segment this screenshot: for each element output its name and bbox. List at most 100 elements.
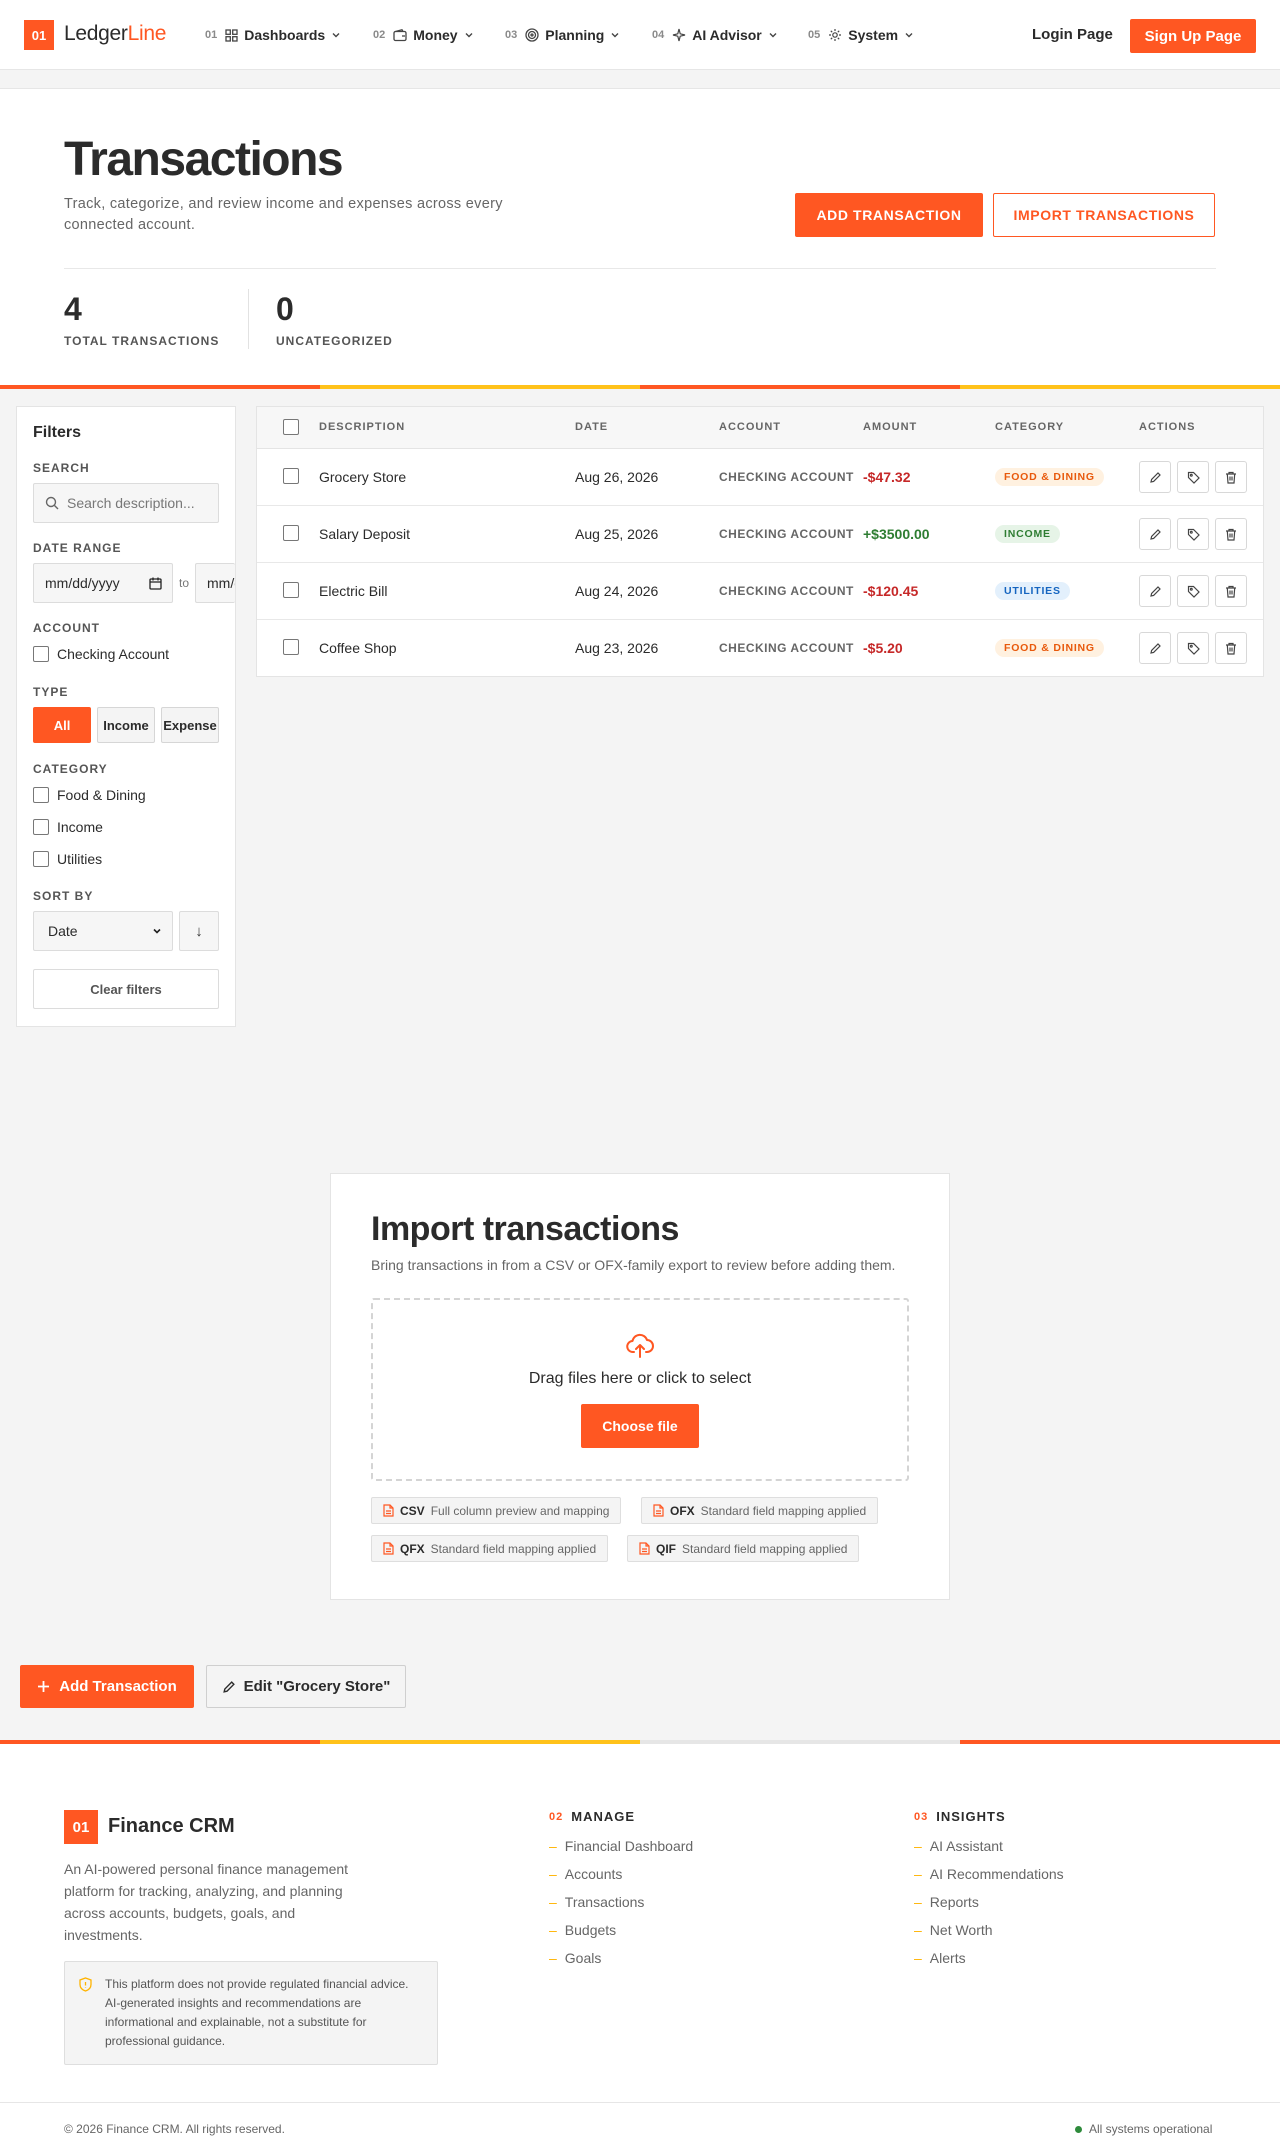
date-to-value: mm/dd/yyyy	[207, 575, 235, 591]
clear-filters-button[interactable]: Clear filters	[33, 969, 219, 1009]
nav-item-planning[interactable]: 03 Planning	[505, 24, 620, 46]
logo-part-1: Ledger	[64, 22, 128, 45]
nav-label: Money	[413, 27, 458, 43]
footer-link-reports[interactable]: – Reports	[914, 1894, 979, 1910]
date-to-input[interactable]: mm/dd/yyyy	[195, 563, 235, 603]
column-header-amount[interactable]: AMOUNT	[863, 421, 917, 433]
categorize-button[interactable]	[1177, 575, 1209, 607]
row-checkbox[interactable]	[283, 525, 299, 541]
delete-button[interactable]	[1215, 632, 1247, 664]
footer-link-ai-recommendations[interactable]: – AI Recommendations	[914, 1866, 1064, 1882]
delete-button[interactable]	[1215, 575, 1247, 607]
signup-button[interactable]: Sign Up Page	[1130, 19, 1256, 53]
file-icon	[639, 1542, 650, 1555]
link-label: Transactions	[564, 1894, 645, 1910]
login-link[interactable]: Login Page	[1032, 26, 1113, 43]
footer	[0, 1742, 1280, 2155]
date-from-input[interactable]: mm/dd/yyyy	[33, 563, 173, 603]
stat-uncategorized-label: UNCATEGORIZED	[276, 334, 393, 348]
import-subtitle: Bring transactions in from a CSV or OFX-…	[371, 1257, 896, 1273]
checkbox[interactable]	[33, 851, 49, 867]
delete-button[interactable]	[1215, 518, 1247, 550]
row-divider	[257, 505, 1263, 506]
row-checkbox[interactable]	[283, 468, 299, 484]
footer-link-ai-assistant[interactable]: – AI Assistant	[914, 1838, 1003, 1854]
disclaimer-text: This platform does not provide regulated…	[105, 1977, 409, 2048]
nav-item-ai-advisor[interactable]: 04 AI Advisor	[652, 24, 778, 46]
search-icon	[45, 496, 59, 510]
format-desc: Full column preview and mapping	[430, 1503, 610, 1518]
categorize-button[interactable]	[1177, 518, 1209, 550]
delete-button[interactable]	[1215, 461, 1247, 493]
edit-button[interactable]	[1139, 518, 1171, 550]
footer-link-alerts[interactable]: – Alerts	[914, 1950, 966, 1966]
add-transaction-button[interactable]: ADD TRANSACTION	[795, 193, 983, 237]
footer-link-financial-dashboard[interactable]: – Financial Dashboard	[549, 1838, 693, 1854]
chevron-down-icon	[152, 926, 162, 936]
pencil-icon	[1149, 528, 1162, 541]
section-title: MANAGE	[571, 1809, 636, 1824]
nav-item-money[interactable]: 02 Money	[373, 24, 474, 46]
edit-button[interactable]	[1139, 632, 1171, 664]
category-checkbox-income[interactable]: Income	[33, 819, 103, 835]
choose-file-button[interactable]: Choose file	[581, 1404, 699, 1448]
sparkle-icon	[672, 28, 686, 42]
nav-num: 02	[373, 29, 386, 41]
row-account: CHECKING ACCOUNT	[719, 527, 854, 541]
date-from-value: mm/dd/yyyy	[45, 575, 120, 591]
checkbox[interactable]	[33, 787, 49, 803]
column-header-date[interactable]: DATE	[575, 421, 608, 433]
type-label: TYPE	[33, 685, 69, 699]
footer-link-goals[interactable]: – Goals	[549, 1950, 601, 1966]
shield-icon	[79, 1977, 92, 1992]
categorize-button[interactable]	[1177, 461, 1209, 493]
column-header-category[interactable]: CATEGORY	[995, 421, 1064, 433]
trash-icon	[1225, 528, 1237, 541]
logo-badge[interactable]: 01	[24, 20, 54, 50]
categorize-button[interactable]	[1177, 632, 1209, 664]
checkbox[interactable]	[33, 819, 49, 835]
logo-wordmark[interactable]: LedgerLine	[64, 22, 166, 46]
row-date: Aug 23, 2026	[575, 640, 659, 656]
checkbox[interactable]	[33, 646, 49, 662]
nav-item-system[interactable]: 05 System	[808, 24, 914, 46]
column-header-description[interactable]: DESCRIPTION	[319, 421, 405, 433]
file-dropzone[interactable]	[371, 1298, 909, 1481]
search-input[interactable]: Search description...	[33, 483, 219, 523]
section-title: INSIGHTS	[936, 1809, 1006, 1824]
floating-add-transaction-button[interactable]: Add Transaction	[20, 1665, 194, 1708]
sort-select[interactable]: Date	[33, 911, 173, 951]
divider	[64, 268, 1216, 269]
category-checkbox-food[interactable]: Food & Dining	[33, 787, 146, 803]
footer-link-net-worth[interactable]: – Net Worth	[914, 1922, 993, 1938]
select-all-checkbox[interactable]	[283, 419, 299, 435]
nav-item-dashboards[interactable]: 01 Dashboards	[205, 24, 341, 46]
type-income-button[interactable]: Income	[97, 707, 155, 743]
account-checkbox-checking[interactable]: Checking Account	[33, 646, 169, 662]
row-checkbox[interactable]	[283, 639, 299, 655]
category-checkbox-utilities[interactable]: Utilities	[33, 851, 102, 867]
footer-brand: Finance CRM	[108, 1815, 235, 1837]
import-transactions-button[interactable]: IMPORT TRANSACTIONS	[993, 193, 1215, 237]
footer-link-budgets[interactable]: – Budgets	[549, 1922, 616, 1938]
row-description: Salary Deposit	[319, 526, 411, 542]
sort-direction-button[interactable]: ↓	[179, 911, 219, 951]
column-header-account[interactable]: ACCOUNT	[719, 421, 781, 433]
type-all-button[interactable]: All	[33, 707, 91, 743]
edit-button[interactable]	[1139, 461, 1171, 493]
search-placeholder: Search description...	[67, 495, 195, 511]
checkbox-label: Checking Account	[57, 646, 170, 662]
accent-stripe	[640, 1740, 960, 1744]
accent-stripe	[0, 385, 320, 389]
section-num: 02	[549, 1810, 564, 1823]
type-expense-button[interactable]: Expense	[161, 707, 219, 743]
edit-selected-transaction-button[interactable]: Edit "Grocery Store"	[206, 1665, 406, 1708]
edit-button[interactable]	[1139, 575, 1171, 607]
row-checkbox[interactable]	[283, 582, 299, 598]
footer-link-transactions[interactable]: – Transactions	[549, 1894, 644, 1910]
footer-link-accounts[interactable]: – Accounts	[549, 1866, 622, 1882]
footer-logo-badge: 01	[64, 1810, 98, 1844]
filters-title: Filters	[33, 424, 82, 441]
chevron-down-icon	[464, 30, 474, 40]
footer-insights-heading: 03 INSIGHTS	[914, 1809, 1006, 1824]
